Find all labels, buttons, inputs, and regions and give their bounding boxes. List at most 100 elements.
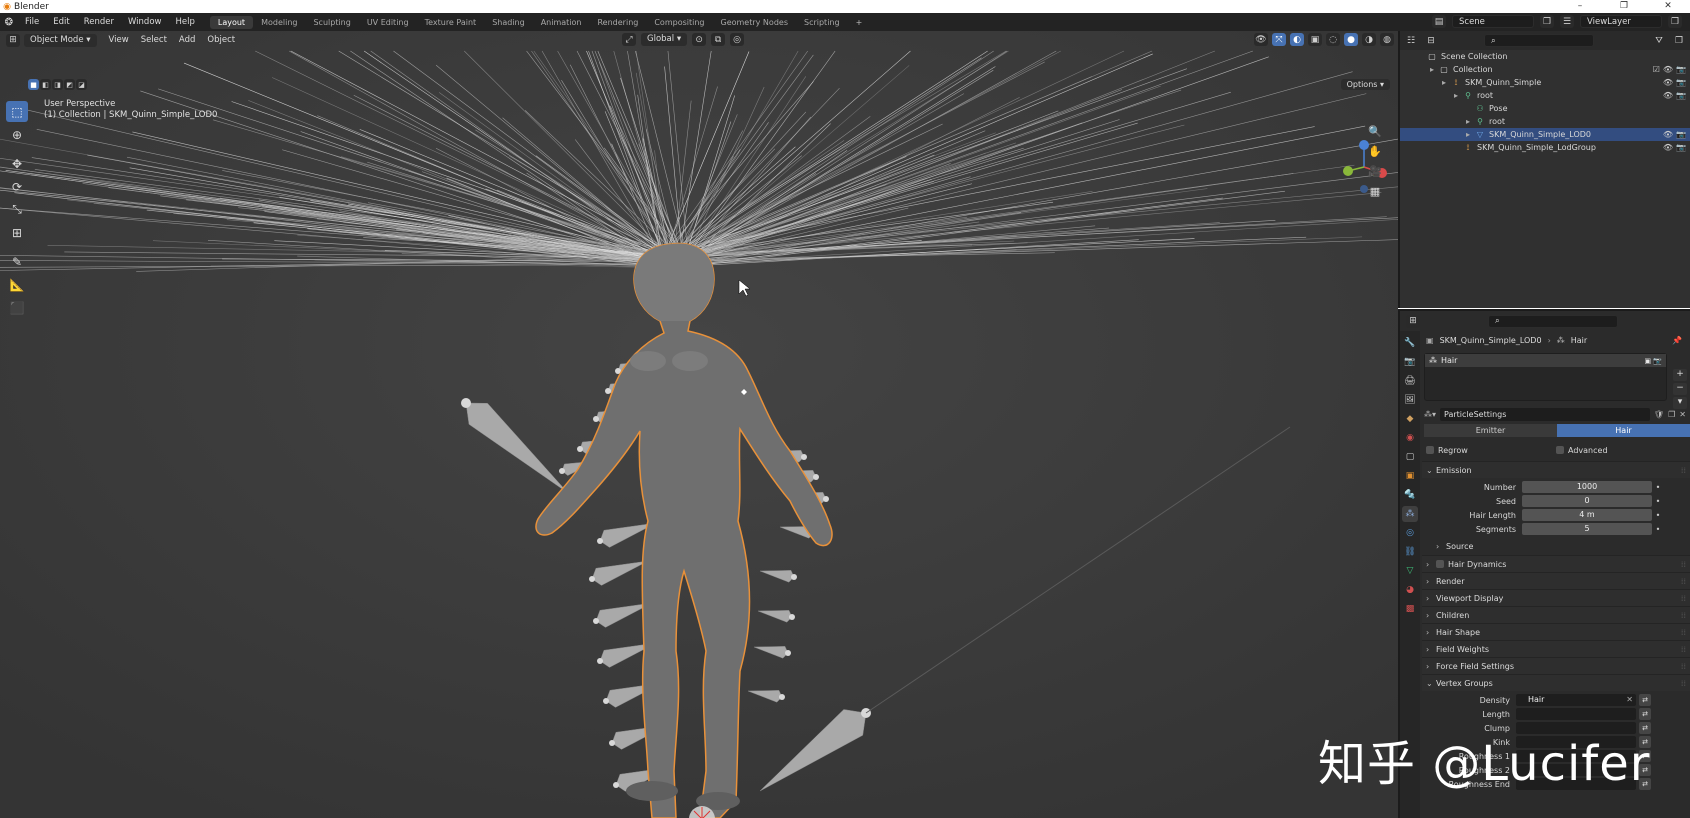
bone-joint[interactable] bbox=[593, 618, 599, 624]
drag-handle-icon[interactable]: ⁞⁞ bbox=[1681, 628, 1686, 637]
shading-material-icon[interactable]: ◑ bbox=[1362, 33, 1376, 46]
properties-editor-icon[interactable]: ⊞ bbox=[1406, 314, 1420, 328]
keyframe-dot-icon[interactable]: • bbox=[1652, 483, 1664, 492]
eye-icon[interactable]: 👁 bbox=[1663, 91, 1673, 100]
camera-icon[interactable]: 📷 bbox=[1676, 65, 1686, 74]
new-collection-icon[interactable]: ❐ bbox=[1672, 34, 1686, 47]
outliner-row[interactable]: ⟟ SKM_Quinn_Simple_LodGroup 👁 📷 bbox=[1400, 141, 1690, 154]
drag-handle-icon[interactable]: ⁞⁞ bbox=[1681, 577, 1686, 586]
drag-handle-icon[interactable]: ⁞⁞ bbox=[1681, 466, 1686, 475]
add-workspace-icon[interactable]: + bbox=[848, 16, 871, 29]
drag-handle-icon[interactable]: ⁞⁞ bbox=[1681, 594, 1686, 603]
bone-joint[interactable] bbox=[597, 538, 603, 544]
rotate-icon[interactable]: ⟳ bbox=[6, 176, 28, 197]
select-invert-icon[interactable]: ◩ bbox=[64, 79, 75, 90]
invert-icon[interactable]: ⇄ bbox=[1639, 708, 1651, 720]
move-icon[interactable]: ✥ bbox=[6, 153, 28, 174]
drag-handle-icon[interactable]: ⁞⁞ bbox=[1681, 560, 1686, 569]
collapsed-panel-header[interactable]: › Hair Shape ⁞⁞ bbox=[1422, 623, 1690, 640]
outliner-row[interactable]: ▢ Scene Collection bbox=[1400, 50, 1690, 63]
expand-arrow-icon[interactable]: ▸ bbox=[1462, 117, 1474, 126]
collapsed-panel-header[interactable]: › Children ⁞⁞ bbox=[1422, 606, 1690, 623]
outliner-row[interactable]: ⚇ Pose bbox=[1400, 102, 1690, 115]
source-subpanel[interactable]: › Source bbox=[1422, 538, 1690, 555]
filter-icon[interactable]: ⛛ bbox=[1652, 34, 1666, 47]
add-slot-button[interactable]: + bbox=[1673, 369, 1687, 381]
bone-joint[interactable] bbox=[605, 388, 611, 394]
overlays-icon[interactable]: ◐ bbox=[1290, 33, 1304, 46]
tab-modeling[interactable]: Modeling bbox=[253, 16, 305, 29]
close-button[interactable]: ✕ bbox=[1646, 0, 1690, 13]
menu-file[interactable]: File bbox=[18, 17, 46, 27]
tool-tab-icon[interactable]: 🔧 bbox=[1402, 335, 1418, 351]
pin-icon[interactable]: 📌 bbox=[1672, 336, 1682, 345]
regrow-checkbox[interactable]: Regrow bbox=[1426, 446, 1556, 455]
modifier-tab-icon[interactable]: 🔩 bbox=[1402, 487, 1418, 503]
collapsed-panel-header[interactable]: › Render ⁞⁞ bbox=[1422, 572, 1690, 589]
keyframe-dot-icon[interactable]: • bbox=[1652, 511, 1664, 520]
fake-user-icon[interactable]: 🛡 bbox=[1654, 410, 1664, 419]
collapsed-panel-header[interactable]: › Hair Dynamics ⁞⁞ bbox=[1422, 555, 1690, 572]
advanced-checkbox[interactable]: Advanced bbox=[1556, 446, 1608, 455]
visibility-icon[interactable]: 👁 bbox=[1254, 33, 1268, 46]
tab-sculpting[interactable]: Sculpting bbox=[305, 16, 358, 29]
render-tab-icon[interactable]: 📷 bbox=[1402, 354, 1418, 370]
keyframe-dot-icon[interactable]: • bbox=[1652, 497, 1664, 506]
particle-settings-icon[interactable]: ⁂▾ bbox=[1424, 410, 1436, 419]
eye-icon[interactable]: 👁 bbox=[1663, 130, 1673, 139]
drag-handle-icon[interactable]: ⁞⁞ bbox=[1681, 611, 1686, 620]
expand-arrow-icon[interactable]: ▸ bbox=[1450, 91, 1462, 100]
bone-joint[interactable] bbox=[801, 454, 807, 460]
properties-search-input[interactable]: ⌕ bbox=[1488, 314, 1618, 328]
constraints-tab-icon[interactable]: ⛓ bbox=[1402, 544, 1418, 560]
unlink-icon[interactable]: ✕ bbox=[1679, 410, 1686, 419]
tab-animation[interactable]: Animation bbox=[533, 16, 590, 29]
display-mode-icon[interactable]: ⊟ bbox=[1424, 34, 1438, 47]
viewport-scene[interactable] bbox=[0, 31, 1398, 818]
tab-rendering[interactable]: Rendering bbox=[589, 16, 646, 29]
camera-icon[interactable]: 📷 bbox=[1676, 91, 1686, 100]
type-hair-button[interactable]: Hair bbox=[1557, 424, 1690, 437]
eye-icon[interactable]: 👁 bbox=[1663, 78, 1673, 87]
tab-layout[interactable]: Layout bbox=[209, 15, 254, 29]
emission-field-value[interactable]: 1000 bbox=[1522, 481, 1652, 493]
bone-joint[interactable] bbox=[613, 782, 619, 788]
menu-view[interactable]: View bbox=[103, 35, 135, 45]
orientation-selector[interactable]: Global ▾ bbox=[641, 33, 688, 46]
tab-shading[interactable]: Shading bbox=[484, 16, 533, 29]
emission-field-value[interactable]: 5 bbox=[1522, 523, 1652, 535]
vertex-group-field[interactable]: Hair ✕ bbox=[1516, 694, 1636, 706]
new-scene-icon[interactable]: ❐ bbox=[1540, 15, 1554, 28]
keyframe-dot-icon[interactable]: • bbox=[1652, 525, 1664, 534]
eye-icon[interactable]: 👁 bbox=[1663, 143, 1673, 152]
menu-edit[interactable]: Edit bbox=[46, 17, 76, 27]
drag-handle-icon[interactable]: ⁞⁞ bbox=[1681, 662, 1686, 671]
outliner-editor-icon[interactable]: ☷ bbox=[1404, 34, 1418, 47]
menu-object[interactable]: Object bbox=[201, 35, 241, 45]
mode-selector[interactable]: Object Mode ▾ bbox=[24, 33, 97, 47]
new-view-layer-icon[interactable]: ❐ bbox=[1668, 15, 1682, 28]
bone-joint[interactable] bbox=[589, 576, 595, 582]
physics-tab-icon[interactable]: ◎ bbox=[1402, 525, 1418, 541]
menu-render[interactable]: Render bbox=[77, 17, 121, 27]
hair-dynamics-checkbox[interactable] bbox=[1436, 560, 1444, 568]
editor-type-icon[interactable]: ⊞ bbox=[6, 33, 20, 47]
expand-arrow-icon[interactable]: ▸ bbox=[1426, 65, 1438, 74]
menu-help[interactable]: Help bbox=[168, 17, 201, 27]
include-checkbox-icon[interactable]: ☑ bbox=[1653, 65, 1660, 74]
collapsed-panel-header[interactable]: › Viewport Display ⁞⁞ bbox=[1422, 589, 1690, 606]
bone-joint[interactable] bbox=[461, 398, 471, 408]
add-cube-icon[interactable]: ⬛ bbox=[6, 297, 28, 318]
eye-icon[interactable]: 👁 bbox=[1663, 65, 1673, 74]
outliner-row[interactable]: ▸ ▢ Collection ☑ 👁 📷 bbox=[1400, 63, 1690, 76]
bone-joint[interactable] bbox=[577, 446, 583, 452]
collapsed-panel-header[interactable]: › Force Field Settings ⁞⁞ bbox=[1422, 657, 1690, 674]
select-box-icon[interactable]: ⬚ bbox=[6, 101, 28, 122]
bone-joint[interactable] bbox=[823, 496, 829, 502]
blender-menu-icon[interactable]: ❂ bbox=[0, 17, 18, 28]
clear-icon[interactable]: ✕ bbox=[1626, 694, 1633, 706]
vertex-group-field[interactable] bbox=[1516, 708, 1636, 720]
3d-viewport[interactable]: ⊞ Object Mode ▾ View Select Add Object ⤢… bbox=[0, 31, 1398, 818]
view-layer-field[interactable]: ViewLayer bbox=[1580, 15, 1662, 28]
duplicate-icon[interactable]: ❐ bbox=[1668, 410, 1675, 419]
